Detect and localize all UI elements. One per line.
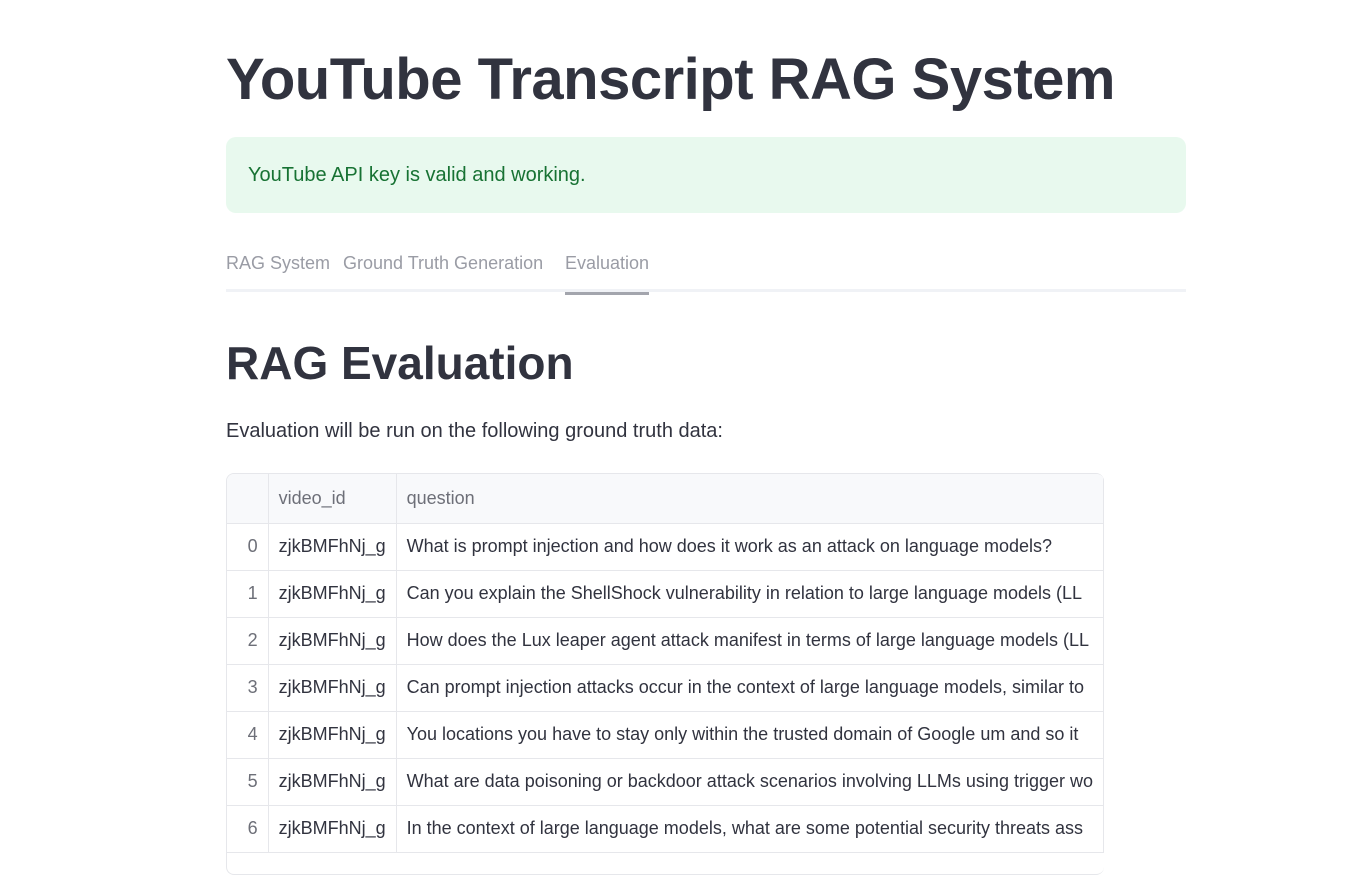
- question-cell[interactable]: You locations you have to stay only with…: [396, 711, 1104, 759]
- table-row[interactable]: 4 zjkBMFhNj_g You locations you have to …: [227, 711, 1104, 759]
- row-index-cell[interactable]: 0: [227, 523, 269, 571]
- table-header-row: video_id question: [227, 474, 1104, 524]
- evaluation-description: Evaluation will be run on the following …: [226, 420, 723, 442]
- ground-truth-dataframe[interactable]: video_id question 0 zjkBMFhNj_g What is …: [226, 473, 1104, 875]
- question-cell[interactable]: Can you explain the ShellShock vulnerabi…: [396, 570, 1104, 618]
- row-index-cell[interactable]: 6: [227, 805, 269, 853]
- video-id-cell[interactable]: zjkBMFhNj_g: [268, 523, 397, 571]
- table-row[interactable]: 2 zjkBMFhNj_g How does the Lux leaper ag…: [227, 617, 1104, 665]
- column-header-video-id[interactable]: video_id: [268, 474, 397, 524]
- video-id-cell[interactable]: zjkBMFhNj_g: [268, 617, 397, 665]
- table-row[interactable]: 5 zjkBMFhNj_g What are data poisoning or…: [227, 758, 1104, 806]
- row-index-cell[interactable]: 3: [227, 664, 269, 712]
- video-id-cell[interactable]: zjkBMFhNj_g: [268, 664, 397, 712]
- tab-evaluation-label: Evaluation: [565, 253, 650, 273]
- success-alert: YouTube API key is valid and working.: [226, 137, 1186, 213]
- page-title: YouTube Transcript RAG System: [226, 47, 1115, 112]
- data-table: video_id question 0 zjkBMFhNj_g What is …: [227, 474, 1104, 853]
- column-header-question[interactable]: question: [396, 474, 1104, 524]
- question-cell[interactable]: In the context of large language models,…: [396, 805, 1104, 853]
- row-index-cell[interactable]: 5: [227, 758, 269, 806]
- video-id-cell[interactable]: zjkBMFhNj_g: [268, 570, 397, 618]
- question-cell[interactable]: Can prompt injection attacks occur in th…: [396, 664, 1104, 712]
- tab-ground-truth-generation[interactable]: Ground Truth Generation: [343, 246, 543, 292]
- table-row[interactable]: 6 zjkBMFhNj_g In the context of large la…: [227, 805, 1104, 853]
- row-index-cell[interactable]: 2: [227, 617, 269, 665]
- video-id-cell[interactable]: zjkBMFhNj_g: [268, 711, 397, 759]
- tab-bar: RAG System Ground Truth Generation Evalu…: [226, 246, 1186, 295]
- tab-evaluation[interactable]: Evaluation: [565, 246, 650, 295]
- table-row[interactable]: 3 zjkBMFhNj_g Can prompt injection attac…: [227, 664, 1104, 712]
- question-cell[interactable]: What is prompt injection and how does it…: [396, 523, 1104, 571]
- question-cell[interactable]: How does the Lux leaper agent attack man…: [396, 617, 1104, 665]
- active-tab-indicator: [565, 292, 650, 295]
- row-index-cell[interactable]: 1: [227, 570, 269, 618]
- tab-rag-system[interactable]: RAG System: [226, 246, 330, 292]
- video-id-cell[interactable]: zjkBMFhNj_g: [268, 805, 397, 853]
- column-header-index[interactable]: [227, 474, 269, 524]
- table-row[interactable]: 0 zjkBMFhNj_g What is prompt injection a…: [227, 523, 1104, 571]
- question-cell[interactable]: What are data poisoning or backdoor atta…: [396, 758, 1104, 806]
- success-alert-message: YouTube API key is valid and working.: [248, 163, 586, 186]
- row-index-cell[interactable]: 4: [227, 711, 269, 759]
- section-heading: RAG Evaluation: [226, 337, 574, 389]
- table-row[interactable]: 1 zjkBMFhNj_g Can you explain the ShellS…: [227, 570, 1104, 618]
- video-id-cell[interactable]: zjkBMFhNj_g: [268, 758, 397, 806]
